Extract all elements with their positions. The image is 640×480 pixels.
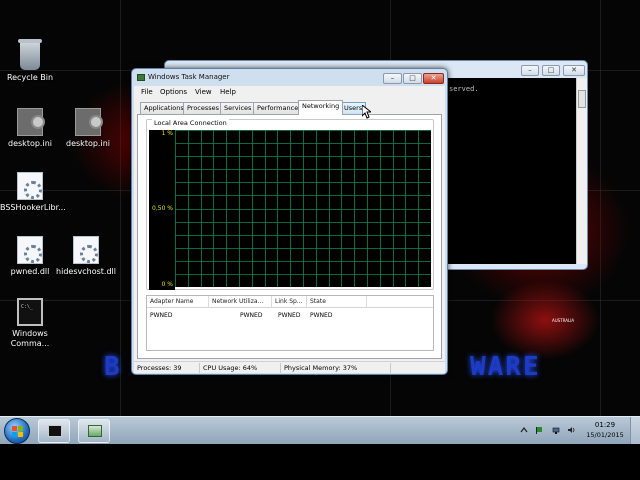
- task-manager-titlebar[interactable]: Windows Task Manager – □ ✕: [132, 69, 447, 87]
- network-icon[interactable]: [552, 426, 560, 434]
- close-button[interactable]: ✕: [423, 73, 444, 84]
- task-manager-app-icon: [137, 74, 145, 81]
- tab-processes[interactable]: Processes: [183, 102, 224, 114]
- desktop-icon-label: pwned.dll: [10, 267, 50, 276]
- group-label: Local Area Connection: [152, 119, 229, 127]
- dll-file-icon: [17, 236, 43, 264]
- menu-view[interactable]: View: [195, 88, 212, 96]
- menu-file[interactable]: File: [141, 88, 153, 96]
- screen: B WARE AUSTRALIA Recycle Bin desktop.ini…: [0, 0, 640, 480]
- desktop-icon-label: hidesvchost.dll: [56, 267, 116, 276]
- dll-file-icon: [73, 236, 99, 264]
- desktop-icon-bsshookerlibr[interactable]: BSSHookerLibr...: [0, 172, 66, 213]
- tab-services[interactable]: Services: [220, 102, 256, 114]
- desktop-icon-pwned-dll[interactable]: pwned.dll: [0, 236, 60, 277]
- taskbar: 01:29 15/01/2015: [0, 416, 640, 445]
- desktop[interactable]: B WARE AUSTRALIA Recycle Bin desktop.ini…: [0, 0, 640, 416]
- menu-options[interactable]: Options: [160, 88, 187, 96]
- tab-networking[interactable]: Networking: [298, 100, 344, 115]
- tab-applications[interactable]: Applications: [140, 102, 188, 114]
- volume-icon[interactable]: [568, 426, 576, 434]
- windows-logo-icon: [12, 426, 23, 437]
- clock-time[interactable]: 01:29: [585, 421, 625, 429]
- mouse-cursor-icon: [362, 105, 371, 119]
- wallpaper-map-label: AUSTRALIA: [552, 318, 575, 323]
- wallpaper-logo-left: B: [104, 352, 122, 382]
- start-button[interactable]: [4, 418, 30, 444]
- command-prompt-taskbar-icon: [48, 425, 62, 437]
- wallpaper-map-glow: [490, 280, 600, 360]
- cmd-scrollbar-thumb[interactable]: [578, 90, 586, 108]
- desktop-icon-windows-command[interactable]: Windows Comma...: [0, 298, 60, 349]
- graph-y-axis: 1 % 0,50 % 0 %: [149, 130, 175, 290]
- wallpaper-logo-right: WARE: [470, 352, 541, 382]
- network-utilization-graph: [175, 130, 431, 287]
- column-header-adapter-name[interactable]: Adapter Name: [147, 296, 209, 308]
- menu-bar: File Options View Help: [134, 86, 445, 99]
- column-header-state[interactable]: State: [307, 296, 367, 308]
- column-header-link-speed[interactable]: Link Sp...: [272, 296, 307, 308]
- cmd-close-button[interactable]: ✕: [563, 65, 585, 76]
- cell-state: PWNED: [310, 312, 333, 319]
- desktop-icon-label: desktop.ini: [8, 139, 52, 148]
- window-title: Windows Task Manager: [148, 73, 230, 81]
- show-hidden-icons-icon[interactable]: [520, 426, 528, 434]
- task-manager-body: Applications Processes Services Performa…: [134, 99, 445, 361]
- y-axis-label-bottom: 0 %: [161, 281, 173, 288]
- cmd-minimize-button[interactable]: –: [521, 65, 539, 76]
- local-area-connection-group: Local Area Connection 1 % 0,50 % 0 %: [146, 119, 434, 290]
- minimize-button[interactable]: –: [383, 73, 402, 84]
- cmd-scrollbar[interactable]: [576, 78, 587, 264]
- taskbar-button-task-manager[interactable]: [78, 419, 110, 443]
- status-physical-memory: Physical Memory: 37%: [281, 363, 391, 373]
- adapter-list[interactable]: Adapter Name Network Utiliza... Link Sp.…: [146, 295, 434, 351]
- ini-file-icon: [17, 108, 45, 136]
- desktop-icon-hidesvchost-dll[interactable]: hidesvchost.dll: [56, 236, 116, 277]
- cmd-console[interactable]: [447, 78, 576, 264]
- y-axis-label-middle: 0,50 %: [152, 205, 173, 212]
- cell-adapter-name: PWNED: [150, 312, 173, 319]
- y-axis-label-top: 1 %: [161, 130, 173, 137]
- task-manager-taskbar-icon: [88, 425, 102, 437]
- maximize-button[interactable]: □: [403, 73, 422, 84]
- desktop-icon-desktop-ini-2[interactable]: desktop.ini: [58, 108, 118, 149]
- cell-link-speed: PWNED: [278, 312, 301, 319]
- desktop-icon-recycle-bin[interactable]: Recycle Bin: [0, 39, 60, 83]
- status-processes: Processes: 39: [134, 363, 200, 373]
- clock-date[interactable]: 15/01/2015: [582, 431, 628, 439]
- action-center-flag-icon[interactable]: [535, 426, 543, 434]
- show-desktop-button[interactable]: [630, 417, 640, 445]
- networking-panel: Local Area Connection 1 % 0,50 % 0 % Ada…: [137, 114, 442, 359]
- cell-network-utilization: PWNED: [240, 312, 263, 319]
- taskbar-button-command-prompt[interactable]: [38, 419, 70, 443]
- desktop-icon-desktop-ini[interactable]: desktop.ini: [0, 108, 60, 149]
- task-manager-window[interactable]: Windows Task Manager – □ ✕ File Options …: [131, 68, 448, 375]
- desktop-icon-label: Recycle Bin: [6, 73, 54, 82]
- desktop-icon-label: BSSHookerLibr...: [0, 203, 66, 212]
- recycle-bin-icon: [18, 39, 42, 70]
- cmd-output-text: served.: [449, 85, 479, 93]
- status-cpu-usage: CPU Usage: 64%: [200, 363, 281, 373]
- command-prompt-icon: [17, 298, 43, 326]
- letterbox-bar: [0, 444, 640, 480]
- graph-grid: [175, 130, 431, 287]
- desktop-icon-label: Windows Comma...: [10, 329, 50, 348]
- cmd-maximize-button[interactable]: □: [542, 65, 560, 76]
- desktop-icon-label: desktop.ini: [66, 139, 110, 148]
- ini-file-icon: [75, 108, 103, 136]
- dll-file-icon: [17, 172, 43, 200]
- adapter-list-header: Adapter Name Network Utiliza... Link Sp.…: [147, 296, 433, 308]
- menu-help[interactable]: Help: [220, 88, 236, 96]
- status-bar: Processes: 39 CPU Usage: 64% Physical Me…: [134, 361, 445, 373]
- column-header-network-utilization[interactable]: Network Utiliza...: [209, 296, 272, 308]
- tab-performance[interactable]: Performance: [253, 102, 303, 114]
